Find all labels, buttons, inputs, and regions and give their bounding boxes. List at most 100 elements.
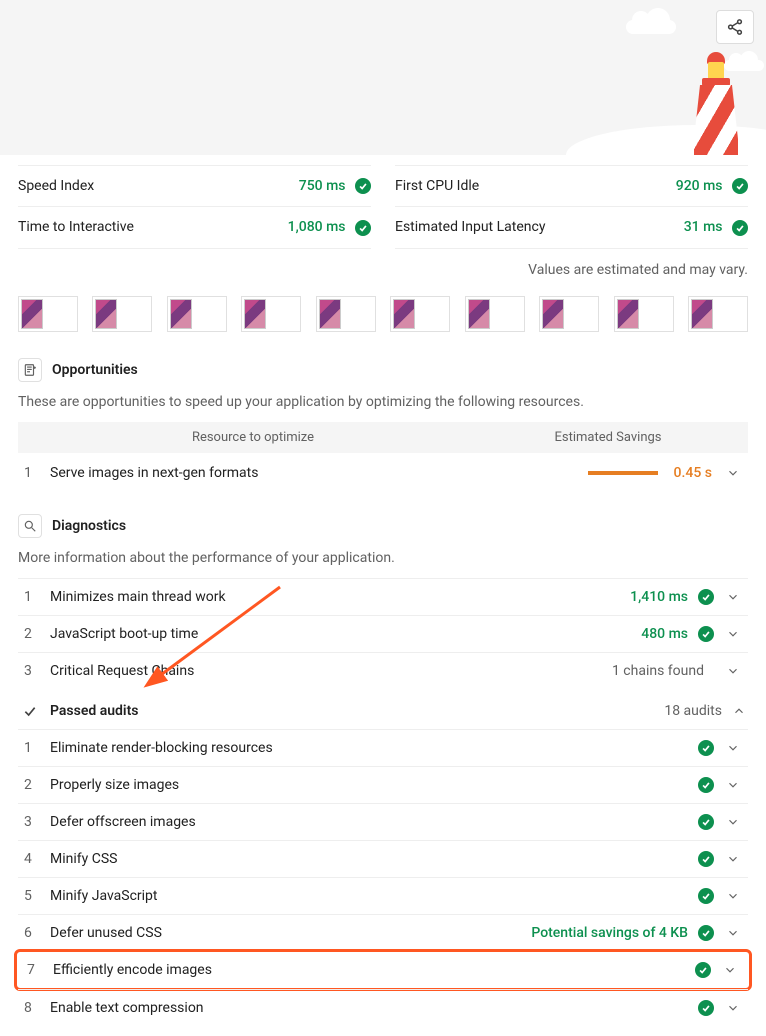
check-icon <box>18 699 42 723</box>
section-description: These are opportunities to speed up your… <box>18 394 748 410</box>
check-icon <box>698 777 714 793</box>
passed-audits-header[interactable]: Passed audits 18 audits <box>18 689 748 729</box>
metric-value: 1,080 ms <box>288 219 346 235</box>
chevron-down-icon[interactable] <box>724 889 742 903</box>
lighthouse-icon <box>694 52 738 155</box>
column-header: Estimated Savings <box>478 430 738 445</box>
metric-label: Speed Index <box>18 178 94 194</box>
check-icon <box>355 220 371 236</box>
filmstrip-thumb <box>542 299 564 329</box>
check-icon <box>698 851 714 867</box>
diagnostic-value: 480 ms <box>641 626 688 642</box>
passed-audit-row[interactable]: 5Minify JavaScript <box>18 877 748 914</box>
filmstrip-frame[interactable] <box>614 296 674 332</box>
row-text: Defer unused CSS <box>50 925 531 941</box>
row-text: Critical Request Chains <box>50 663 612 679</box>
chevron-down-icon[interactable] <box>724 627 742 641</box>
row-number: 7 <box>27 962 53 978</box>
diagnostic-row[interactable]: 3Critical Request Chains1 chains found <box>18 652 748 689</box>
row-text: Minimizes main thread work <box>50 589 630 605</box>
opportunities-icon <box>18 358 42 382</box>
potential-savings: Potential savings of 4 KB <box>531 925 688 941</box>
row-number: 1 <box>24 740 50 756</box>
magnifier-icon <box>18 514 42 538</box>
filmstrip-thumb <box>691 299 713 329</box>
metric-value: 31 ms <box>684 219 723 235</box>
metric-row: First CPU Idle 920 ms <box>395 165 748 207</box>
row-number: 5 <box>24 888 50 904</box>
row-number: 6 <box>24 925 50 941</box>
section-title: Opportunities <box>52 362 138 378</box>
row-text: Minify JavaScript <box>50 888 698 904</box>
chevron-down-icon[interactable] <box>724 466 742 480</box>
check-icon <box>698 589 714 605</box>
filmstrip-thumb <box>21 299 43 329</box>
diagnostics-header: Diagnostics <box>18 508 748 544</box>
filmstrip-frame[interactable] <box>316 296 376 332</box>
estimate-note: Values are estimated and may vary. <box>18 248 748 292</box>
savings-bar <box>588 471 658 475</box>
filmstrip-thumb <box>244 299 266 329</box>
metrics-grid: Speed Index 750 ms Time to Interactive 1… <box>18 165 748 248</box>
diagnostic-row[interactable]: 1Minimizes main thread work1,410 ms <box>18 578 748 615</box>
row-text: Enable text compression <box>50 1000 698 1016</box>
metric-label: First CPU Idle <box>395 178 479 194</box>
chevron-down-icon[interactable] <box>724 778 742 792</box>
hero-banner <box>0 0 766 155</box>
passed-audit-row[interactable]: 8Enable text compression <box>18 989 748 1026</box>
filmstrip-frame[interactable] <box>241 296 301 332</box>
filmstrip-frame[interactable] <box>688 296 748 332</box>
section-title: Diagnostics <box>52 518 126 534</box>
column-header: Resource to optimize <box>28 430 478 445</box>
share-button[interactable] <box>716 10 754 44</box>
section-description: More information about the performance o… <box>18 550 748 566</box>
chevron-down-icon[interactable] <box>724 1001 742 1015</box>
opportunities-header: Opportunities <box>18 352 748 388</box>
filmstrip-frame[interactable] <box>18 296 78 332</box>
filmstrip <box>18 292 748 352</box>
chevron-down-icon[interactable] <box>724 852 742 866</box>
filmstrip-thumb <box>468 299 490 329</box>
check-icon <box>698 1000 714 1016</box>
chevron-down-icon[interactable] <box>724 664 742 678</box>
passed-audit-row[interactable]: 7Efficiently encode images <box>14 949 752 991</box>
chevron-down-icon[interactable] <box>724 815 742 829</box>
passed-audit-row[interactable]: 4Minify CSS <box>18 840 748 877</box>
passed-audit-row[interactable]: 3Defer offscreen images <box>18 803 748 840</box>
metric-label: Estimated Input Latency <box>395 219 545 235</box>
row-number: 3 <box>24 814 50 830</box>
filmstrip-frame[interactable] <box>92 296 152 332</box>
filmstrip-frame[interactable] <box>167 296 227 332</box>
chevron-down-icon[interactable] <box>724 926 742 940</box>
row-text: Efficiently encode images <box>53 962 695 978</box>
chevron-up-icon[interactable] <box>730 704 748 718</box>
opportunities-columns: Resource to optimize Estimated Savings <box>18 422 748 453</box>
chevron-down-icon[interactable] <box>721 963 739 977</box>
check-icon <box>695 962 711 978</box>
diagnostic-row[interactable]: 2JavaScript boot-up time480 ms <box>18 615 748 652</box>
filmstrip-frame[interactable] <box>539 296 599 332</box>
metric-value: 750 ms <box>299 178 346 194</box>
passed-audit-row[interactable]: 2Properly size images <box>18 766 748 803</box>
row-number: 1 <box>24 465 50 481</box>
chevron-down-icon[interactable] <box>724 590 742 604</box>
diagnostic-value: 1,410 ms <box>630 589 688 605</box>
filmstrip-frame[interactable] <box>465 296 525 332</box>
row-text: Minify CSS <box>50 851 698 867</box>
row-number: 1 <box>24 589 50 605</box>
check-icon <box>355 178 371 194</box>
passed-audit-row[interactable]: 1Eliminate render-blocking resources <box>18 729 748 766</box>
check-icon <box>732 178 748 194</box>
row-text: Properly size images <box>50 777 698 793</box>
savings-value: 0.45 s <box>674 465 712 481</box>
row-number: 3 <box>24 663 50 679</box>
chevron-down-icon[interactable] <box>724 741 742 755</box>
metric-label: Time to Interactive <box>18 219 134 235</box>
filmstrip-frame[interactable] <box>390 296 450 332</box>
check-icon <box>698 814 714 830</box>
filmstrip-thumb <box>170 299 192 329</box>
opportunity-row[interactable]: 1 Serve images in next-gen formats 0.45 … <box>18 453 748 494</box>
check-icon <box>698 888 714 904</box>
row-text: JavaScript boot-up time <box>50 626 641 642</box>
passed-audit-row[interactable]: 6Defer unused CSSPotential savings of 4 … <box>18 914 748 951</box>
